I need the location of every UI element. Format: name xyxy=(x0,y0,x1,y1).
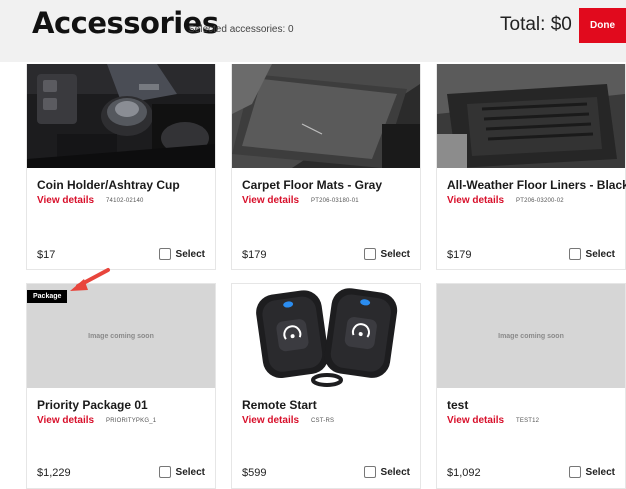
checkbox-icon[interactable] xyxy=(158,248,171,260)
select-label: Select xyxy=(585,248,615,260)
product-image xyxy=(437,64,625,168)
package-badge: Package xyxy=(27,290,68,303)
annotation-arrow-icon xyxy=(70,268,110,291)
checkbox-icon[interactable] xyxy=(363,248,376,260)
product-sku: CST-RS xyxy=(311,418,335,424)
select-checkbox[interactable]: Select xyxy=(363,466,410,478)
product-card: Image coming soon Package Priority Packa… xyxy=(26,283,216,489)
product-price: $1,229 xyxy=(37,467,71,479)
product-image: Image coming soon Package xyxy=(27,284,215,388)
done-button[interactable]: Done xyxy=(579,8,626,43)
select-label: Select xyxy=(380,466,410,478)
product-card: All-Weather Floor Liners - Black View de… xyxy=(436,64,626,270)
image-placeholder: Image coming soon xyxy=(437,284,625,388)
checkbox-icon[interactable] xyxy=(158,466,171,478)
key-fob-icon xyxy=(232,284,420,388)
select-label: Select xyxy=(380,248,410,260)
product-name: Priority Package 01 xyxy=(37,398,148,412)
product-name: test xyxy=(447,398,469,412)
product-image: Image coming soon xyxy=(437,284,625,388)
page-header: Accessories Selected accessories: 0 Tota… xyxy=(0,0,626,62)
product-name: Carpet Floor Mats - Gray xyxy=(242,178,383,192)
product-sku: PRIORITYPKG_1 xyxy=(106,418,157,424)
select-label: Select xyxy=(175,248,205,260)
product-price: $179 xyxy=(447,249,472,261)
view-details-link[interactable]: View details xyxy=(242,195,299,206)
view-details-link[interactable]: View details xyxy=(447,415,504,426)
product-price: $17 xyxy=(37,249,56,261)
product-image xyxy=(232,64,420,168)
product-card: Image coming soon test View details TEST… xyxy=(436,283,626,489)
total-price: Total: $0 xyxy=(500,14,572,35)
product-card: Remote Start View details CST-RS $599 Se… xyxy=(231,283,421,489)
product-card: Carpet Floor Mats - Gray View details PT… xyxy=(231,64,421,270)
product-price: $599 xyxy=(242,467,267,479)
product-sku: PT206-03180-01 xyxy=(311,198,359,204)
select-label: Select xyxy=(175,466,205,478)
select-checkbox[interactable]: Select xyxy=(158,466,205,478)
product-name: Remote Start xyxy=(242,398,317,412)
product-name: Coin Holder/Ashtray Cup xyxy=(37,178,180,192)
select-checkbox[interactable]: Select xyxy=(568,248,615,260)
checkbox-icon[interactable] xyxy=(363,466,376,478)
product-price: $179 xyxy=(242,249,267,261)
product-sku: TEST12 xyxy=(516,418,540,424)
view-details-link[interactable]: View details xyxy=(242,415,299,426)
selected-count: Selected accessories: 0 xyxy=(188,24,294,35)
select-checkbox[interactable]: Select xyxy=(363,248,410,260)
product-price: $1,092 xyxy=(447,467,481,479)
checkbox-icon[interactable] xyxy=(568,466,581,478)
view-details-link[interactable]: View details xyxy=(37,415,94,426)
view-details-link[interactable]: View details xyxy=(447,195,504,206)
product-sku: PT206-03200-02 xyxy=(516,198,564,204)
product-image xyxy=(232,284,420,388)
product-sku: 74102-02140 xyxy=(106,198,144,204)
select-checkbox[interactable]: Select xyxy=(158,248,205,260)
select-label: Select xyxy=(585,466,615,478)
view-details-link[interactable]: View details xyxy=(37,195,94,206)
product-name: All-Weather Floor Liners - Black xyxy=(447,178,626,192)
select-checkbox[interactable]: Select xyxy=(568,466,615,478)
checkbox-icon[interactable] xyxy=(568,248,581,260)
product-image xyxy=(27,64,215,168)
product-card: Coin Holder/Ashtray Cup View details 741… xyxy=(26,64,216,270)
